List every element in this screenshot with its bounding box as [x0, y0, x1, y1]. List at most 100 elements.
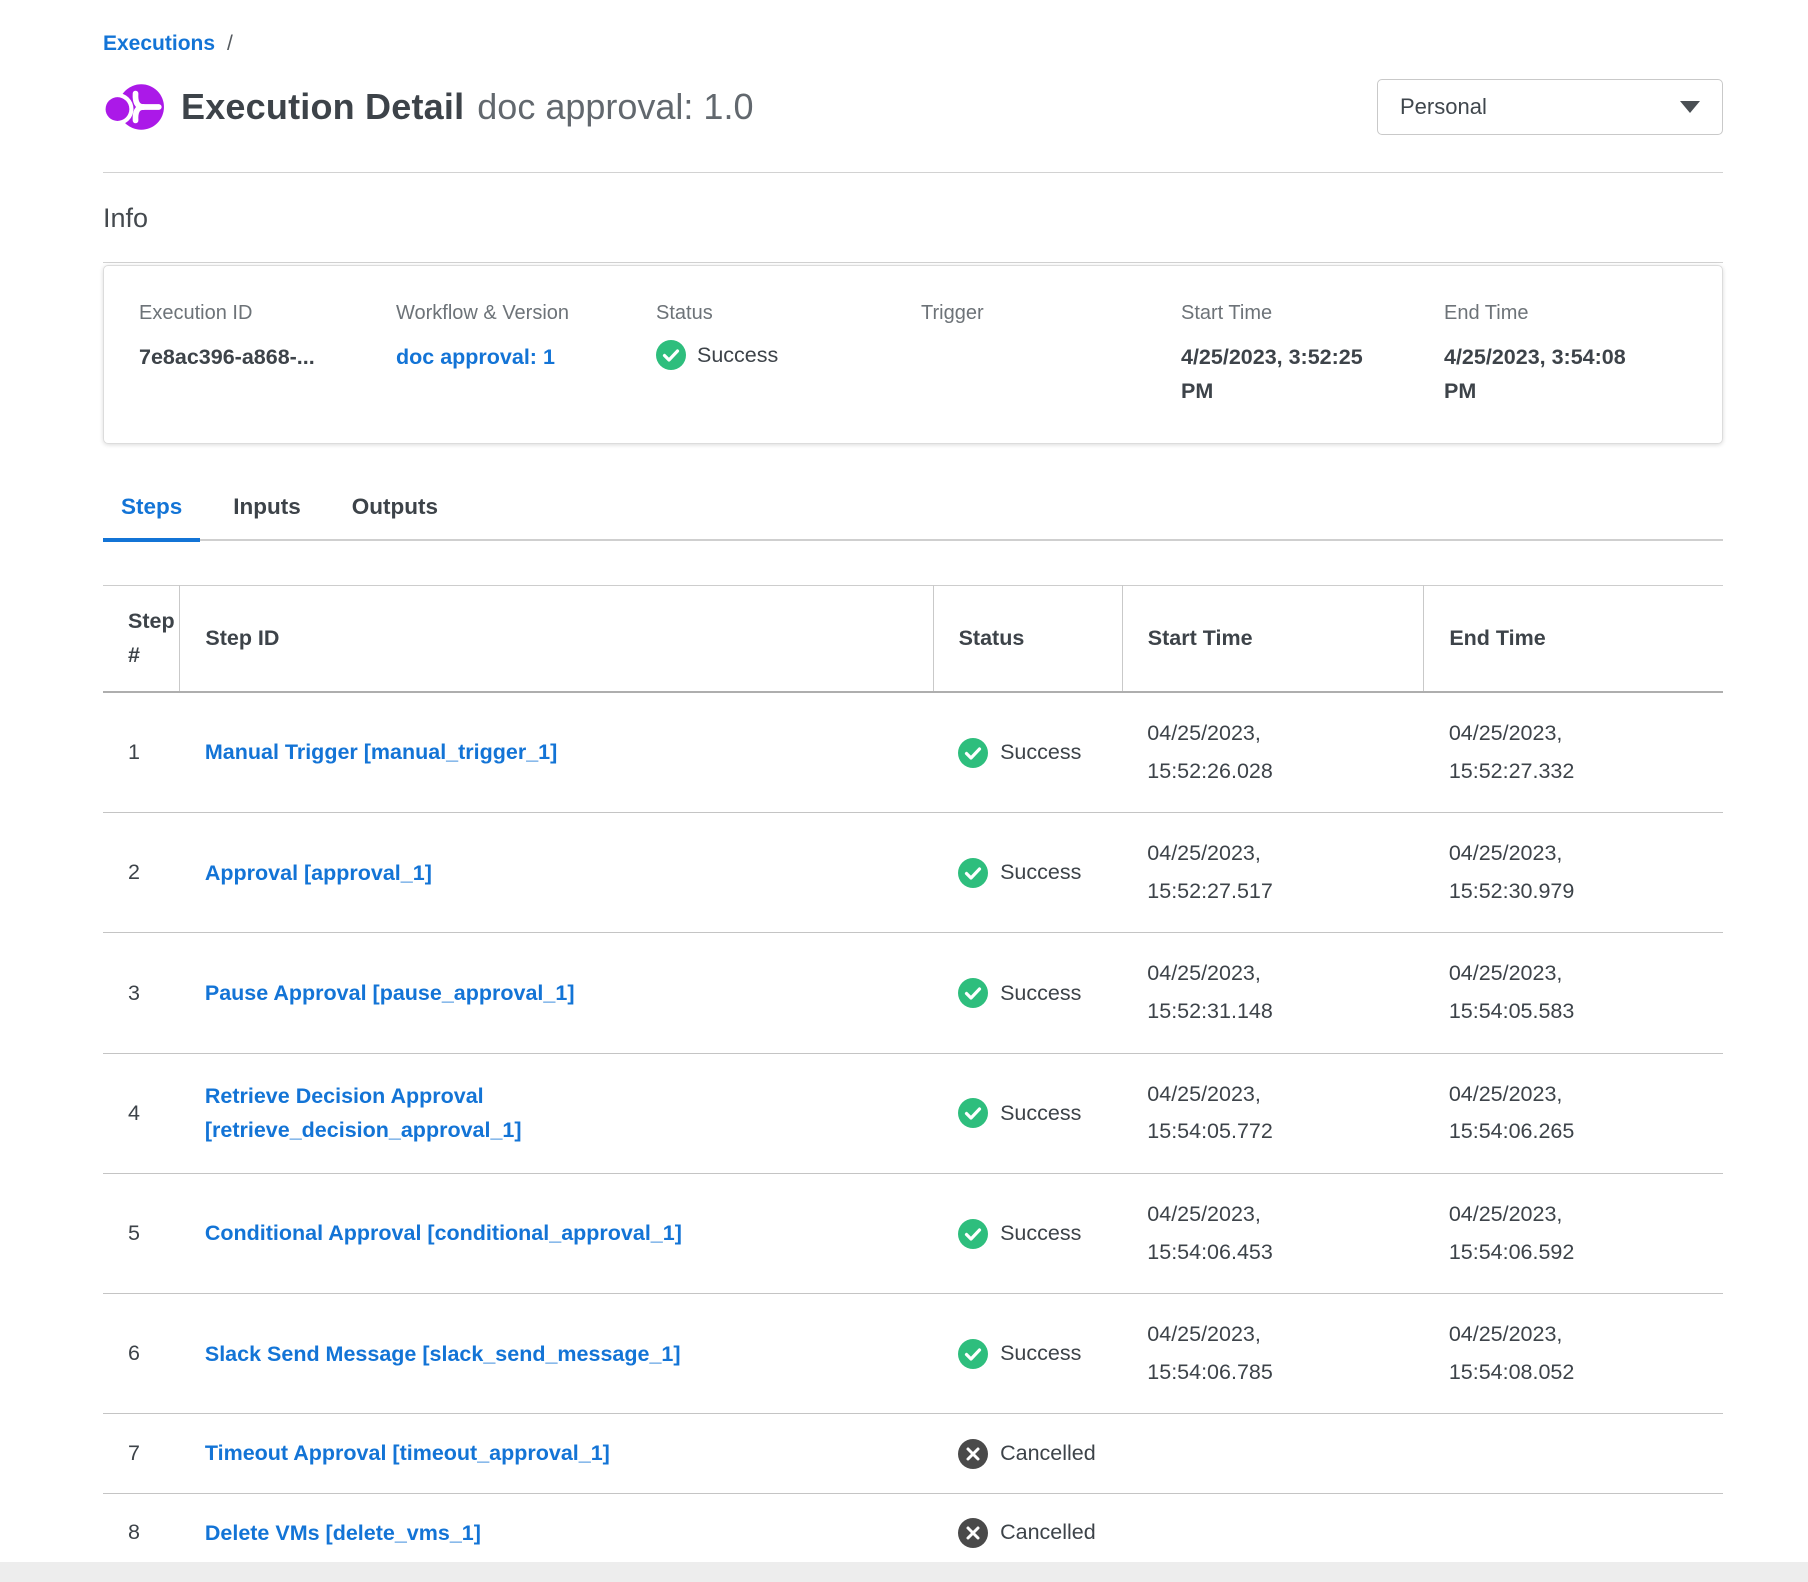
step-id-cell: Slack Send Message [slack_send_message_1…	[180, 1294, 933, 1414]
table-row: 2 Approval [approval_1] Success	[103, 813, 1723, 933]
field-label: Start Time	[1181, 302, 1444, 325]
page-background-strip	[0, 1562, 1808, 1582]
step-id-link[interactable]: Pause Approval [pause_approval_1]	[205, 976, 575, 1010]
step-id-link[interactable]: Slack Send Message [slack_send_message_1…	[205, 1337, 681, 1371]
cancelled-icon	[958, 1439, 988, 1469]
end-time-cell	[1424, 1493, 1723, 1562]
step-number-cell: 6	[103, 1294, 180, 1414]
step-id-cell: Approval [approval_1]	[180, 813, 933, 933]
start-time-cell: 04/25/2023, 15:54:06.453	[1122, 1173, 1424, 1293]
page-title: Execution Detail	[181, 86, 464, 128]
step-id-link[interactable]: Retrieve Decision Approval [retrieve_dec…	[205, 1079, 745, 1148]
table-row: 7 Timeout Approval [timeout_approval_1]	[103, 1414, 1723, 1493]
success-icon	[958, 978, 988, 1008]
tab-bar: Steps Inputs Outputs	[103, 494, 1723, 542]
field-label: End Time	[1444, 302, 1712, 325]
breadcrumb-separator: /	[227, 32, 233, 56]
header-step-number: Step #	[103, 586, 180, 692]
table-row: 4 Retrieve Decision Approval [retrieve_d…	[103, 1053, 1723, 1173]
header-status: Status	[933, 586, 1122, 692]
start-time-value: 4/25/2023, 3:52:25 PM	[1181, 340, 1377, 409]
tab-steps[interactable]: Steps	[103, 494, 200, 542]
success-icon	[958, 1339, 988, 1369]
title-row: Execution Detail doc approval: 1.0 Perso…	[103, 76, 1723, 138]
status-text: Cancelled	[1000, 1520, 1096, 1545]
chevron-down-icon	[1680, 101, 1700, 113]
step-id-cell: Conditional Approval [conditional_approv…	[180, 1173, 933, 1293]
divider	[103, 172, 1723, 173]
workflow-version-link[interactable]: doc approval: 1	[396, 340, 555, 374]
workspace-select-value: Personal	[1400, 94, 1487, 120]
status-value: Success	[697, 343, 778, 368]
end-time-cell: 04/25/2023, 15:54:05.583	[1424, 933, 1723, 1053]
field-label: Workflow & Version	[396, 302, 656, 325]
info-field-execution-id: Execution ID 7e8ac396-a868-...	[139, 302, 396, 409]
step-number-cell: 5	[103, 1173, 180, 1293]
tab-outputs[interactable]: Outputs	[334, 494, 456, 542]
table-row: 3 Pause Approval [pause_approval_1]	[103, 933, 1723, 1053]
start-time-cell: 04/25/2023, 15:54:06.785	[1122, 1294, 1424, 1414]
success-icon	[958, 1219, 988, 1249]
step-number-cell: 4	[103, 1053, 180, 1173]
end-time-cell	[1424, 1414, 1723, 1493]
step-id-link[interactable]: Timeout Approval [timeout_approval_1]	[205, 1436, 610, 1470]
table-row: 6 Slack Send Message [slack_send_message…	[103, 1294, 1723, 1414]
info-field-trigger: Trigger	[921, 302, 1181, 409]
status-cell: Success	[933, 813, 1122, 933]
start-time-cell: 04/25/2023, 15:54:05.772	[1122, 1053, 1424, 1173]
success-icon	[958, 1098, 988, 1128]
status-cell: Success	[933, 692, 1122, 813]
status-cell: Success	[933, 933, 1122, 1053]
execution-info-card: Execution ID 7e8ac396-a868-... Workflow …	[103, 265, 1723, 444]
end-time-cell: 04/25/2023, 15:52:27.332	[1424, 692, 1723, 813]
step-id-cell: Delete VMs [delete_vms_1]	[180, 1493, 933, 1562]
start-time-cell: 04/25/2023, 15:52:31.148	[1122, 933, 1424, 1053]
info-field-status: Status Success	[656, 302, 921, 409]
end-time-cell: 04/25/2023, 15:54:08.052	[1424, 1294, 1723, 1414]
header-step-id: Step ID	[180, 586, 933, 692]
field-label: Status	[656, 302, 921, 325]
table-row: 8 Delete VMs [delete_vms_1] Canc	[103, 1493, 1723, 1562]
breadcrumb-executions-link[interactable]: Executions	[103, 32, 215, 56]
status-text: Success	[1000, 860, 1081, 885]
step-id-link[interactable]: Manual Trigger [manual_trigger_1]	[205, 735, 557, 769]
status-text: Success	[1000, 740, 1081, 765]
workflow-logo-icon	[103, 76, 165, 138]
status-cell: Cancelled	[933, 1493, 1122, 1562]
step-number-cell: 1	[103, 692, 180, 813]
status-text: Success	[1000, 981, 1081, 1006]
steps-table: Step # Step ID Status Start Time End Tim…	[103, 585, 1723, 1562]
step-id-link[interactable]: Delete VMs [delete_vms_1]	[205, 1516, 481, 1550]
table-row: 1 Manual Trigger [manual_trigger_1]	[103, 692, 1723, 813]
page: Executions / Execution Detail doc approv…	[0, 0, 1808, 1562]
end-time-cell: 04/25/2023, 15:54:06.592	[1424, 1173, 1723, 1293]
status-cell: Success	[933, 1053, 1122, 1173]
status-text: Success	[1000, 1341, 1081, 1366]
start-time-cell	[1122, 1414, 1424, 1493]
execution-id-value: 7e8ac396-a868-...	[139, 340, 335, 374]
workflow-name-subtitle: doc approval: 1.0	[477, 86, 753, 128]
breadcrumb: Executions /	[103, 0, 1723, 56]
status-cell: Cancelled	[933, 1414, 1122, 1493]
step-id-link[interactable]: Conditional Approval [conditional_approv…	[205, 1216, 682, 1250]
cancelled-icon	[958, 1518, 988, 1548]
status-cell: Success	[933, 1173, 1122, 1293]
workspace-select[interactable]: Personal	[1377, 79, 1723, 135]
info-section-heading: Info	[103, 203, 1723, 234]
table-row: 5 Conditional Approval [conditional_appr…	[103, 1173, 1723, 1293]
step-id-cell: Retrieve Decision Approval [retrieve_dec…	[180, 1053, 933, 1173]
tab-inputs[interactable]: Inputs	[215, 494, 319, 542]
start-time-cell: 04/25/2023, 15:52:27.517	[1122, 813, 1424, 933]
start-time-cell	[1122, 1493, 1424, 1562]
status-text: Success	[1000, 1221, 1081, 1246]
divider	[103, 262, 1723, 263]
field-label: Execution ID	[139, 302, 396, 325]
info-field-end-time: End Time 4/25/2023, 3:54:08 PM	[1444, 302, 1712, 409]
success-icon	[958, 858, 988, 888]
status-text: Success	[1000, 1101, 1081, 1126]
step-id-cell: Pause Approval [pause_approval_1]	[180, 933, 933, 1053]
step-id-link[interactable]: Approval [approval_1]	[205, 856, 432, 890]
end-time-value: 4/25/2023, 3:54:08 PM	[1444, 340, 1640, 409]
step-number-cell: 7	[103, 1414, 180, 1493]
header-end-time: End Time	[1424, 586, 1723, 692]
